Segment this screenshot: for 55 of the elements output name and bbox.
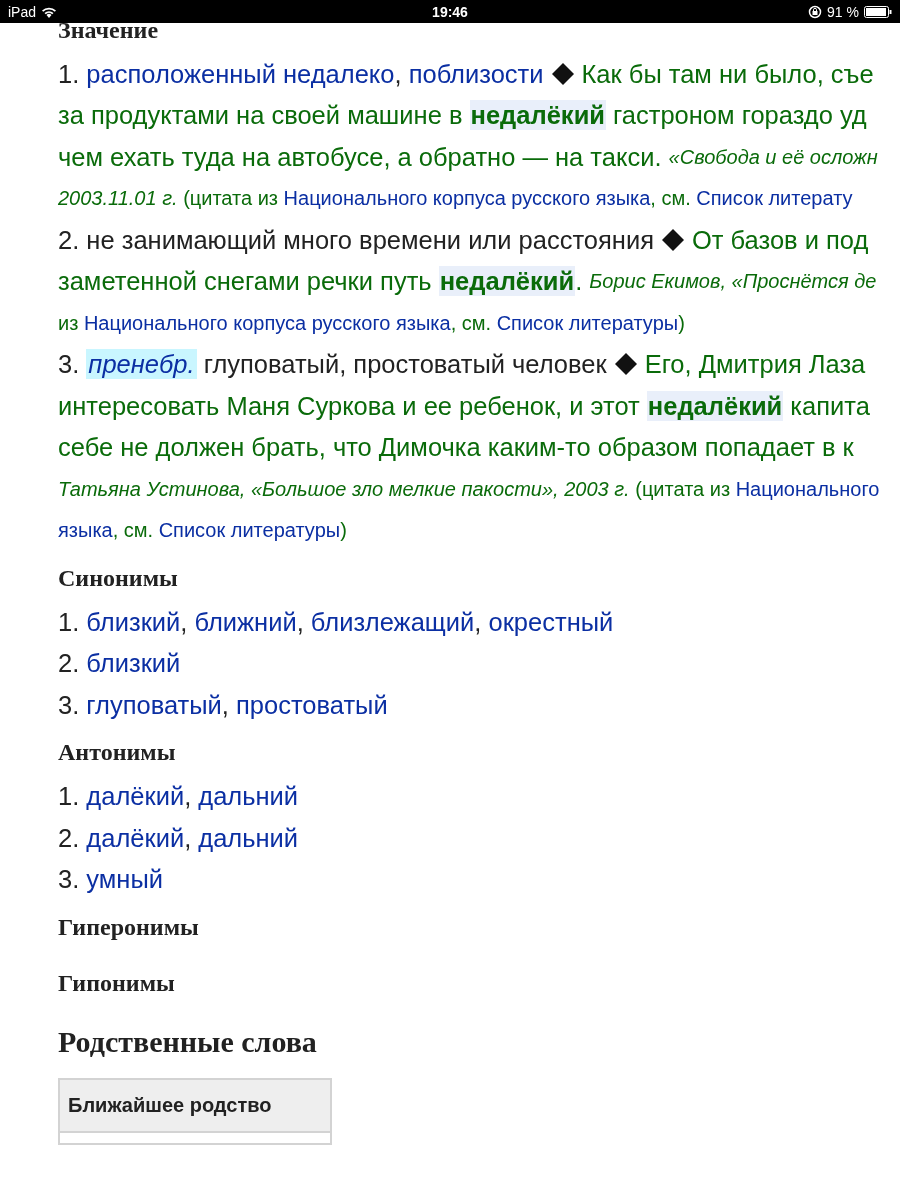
subsection-heading: Гипонимы (58, 969, 175, 997)
subsection-heading: Синонимы (58, 564, 178, 592)
citation-line: из Национального корпуса русского языка, см. Список литературы) (58, 302, 685, 344)
definition-line: заметенной снегами речки путь недалёкий. Борис Екимов, «Проснётся де (58, 265, 877, 299)
definition-line: 1. далёкий, дальний (58, 780, 299, 814)
definition-line: чем ехать туда на автобусе, а обратно — на такси. «Свобода и её осложн (58, 141, 878, 173)
link[interactable]: близкий (86, 648, 181, 679)
link[interactable]: Национального корпуса русского языка (83, 307, 451, 338)
link[interactable]: далёкий (86, 822, 185, 853)
link[interactable]: близкий (86, 606, 181, 637)
definition-line: 2. далёкий, дальний (58, 821, 299, 855)
diamond-icon (660, 227, 685, 252)
link[interactable]: дальний (198, 822, 299, 853)
link[interactable]: Список литерату (696, 183, 853, 214)
link[interactable]: близлежащий (310, 606, 475, 637)
definition-line: 3. умный (58, 863, 163, 897)
subsection-heading: Значение (58, 17, 159, 44)
table-header: Ближайшее родство (60, 1080, 330, 1133)
definition-line: 3. глуповатый, простоватый (58, 688, 388, 722)
link[interactable]: окрестный (488, 606, 614, 637)
definition-line: 3. пренебр. глуповатый, простоватый человек Его, Дмитрия Лаза (58, 348, 866, 382)
link[interactable]: Список литературы (158, 515, 341, 546)
definition-line: интересовать Маня Суркова и ее ребенок, и этот недалёкий капита (58, 389, 870, 423)
section-heading: Родственные слова (58, 1025, 317, 1059)
citation-line: языка, см. Список литературы) (58, 509, 347, 551)
definition-line: 1. расположенный недалеко, поблизости Как бы там ни было, съе (58, 57, 874, 91)
link[interactable]: Национального (735, 473, 880, 504)
citation-line: 2003.11.01 г. (цитата из Национального корпуса русского языка, см. Список литерату (58, 177, 853, 219)
diamond-icon (613, 352, 638, 377)
definition-line: 2. не занимающий много времени или расстояния От базов и под (58, 224, 869, 256)
link[interactable]: ближний (194, 606, 297, 637)
definition-line: за продуктами на своей машине в недалёкий гастроном гораздо уд (58, 99, 867, 133)
link[interactable]: дальний (198, 781, 299, 812)
subsection-heading: Гиперонимы (58, 913, 199, 941)
link[interactable]: умный (86, 864, 163, 895)
link[interactable]: Список литературы (496, 307, 679, 338)
definition-line: себе не должен брать, что Димочка каким-то образом попадает в к (58, 432, 854, 464)
link[interactable]: расположенный недалеко (86, 58, 395, 89)
battery-percentage: 91 % (827, 3, 859, 20)
battery-icon (864, 5, 892, 18)
link[interactable]: простоватый (236, 689, 388, 720)
link[interactable]: далёкий (86, 781, 185, 812)
link[interactable]: глуповатый (86, 689, 222, 720)
diamond-icon (550, 61, 575, 86)
citation-line: Татьяна Устинова, «Большое зло мелкие пакости», 2003 г. (цитата из Национального (58, 468, 880, 510)
rotation-lock-icon (808, 4, 823, 19)
link[interactable]: языка (58, 515, 113, 546)
definition-line: 1. близкий, ближний, близлежащий, окрестный (58, 605, 614, 639)
wifi-icon (41, 5, 58, 18)
clock: 19:46 (432, 3, 468, 20)
device-name: iPad (8, 3, 37, 20)
link[interactable]: Национального корпуса русского языка (283, 183, 651, 214)
subsection-heading: Антонимы (58, 739, 176, 766)
link[interactable]: поблизости (408, 58, 544, 89)
definition-line: 2. близкий (58, 647, 181, 681)
